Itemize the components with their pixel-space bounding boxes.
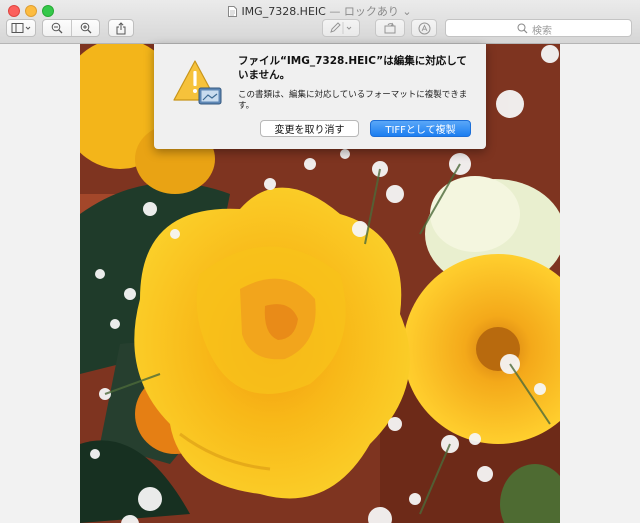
- window-title[interactable]: IMG_7328.HEIC — ロックあり ⌄: [0, 3, 640, 19]
- sidebar-toggle-button[interactable]: [6, 19, 36, 37]
- window-title-filename: IMG_7328.HEIC: [241, 5, 326, 18]
- rotate-icon: [384, 22, 396, 34]
- share-icon: [116, 21, 126, 34]
- zoom-out-button[interactable]: [43, 20, 71, 36]
- zoom-in-icon: [80, 22, 92, 34]
- sidebar-icon: [11, 23, 31, 33]
- annotate-button[interactable]: [411, 19, 437, 37]
- share-button[interactable]: [108, 19, 134, 37]
- rotate-button[interactable]: [375, 19, 405, 37]
- warning-icon: [173, 60, 222, 105]
- alert-message: この書類は、編集に対応しているフォーマットに複製できます。: [238, 90, 468, 111]
- zoom-out-icon: [51, 22, 63, 34]
- duplicate-as-tiff-button[interactable]: TIFFとして複製: [370, 120, 471, 137]
- zoom-in-button[interactable]: [72, 20, 100, 36]
- markup-button[interactable]: [322, 19, 360, 37]
- alert-title: ファイル“IMG_7328.HEIC”は編集に対応していません。: [238, 55, 467, 81]
- revert-changes-button[interactable]: 変更を取り消す: [260, 120, 359, 137]
- search-field[interactable]: 検索: [445, 19, 632, 37]
- document-icon: [228, 6, 238, 17]
- zoom-segmented-control: [42, 19, 100, 37]
- pen-markup-icon: [330, 22, 352, 34]
- not-editable-alert-sheet: ファイル“IMG_7328.HEIC”は編集に対応していません。 この書類は、編…: [154, 44, 486, 149]
- annotate-circle-icon: [418, 22, 430, 34]
- window-title-lock-status: — ロックあり ⌄: [325, 5, 412, 18]
- title-bar: IMG_7328.HEIC — ロックあり ⌄ 検索: [0, 0, 640, 44]
- search-placeholder: 検索: [532, 26, 552, 37]
- search-icon: [517, 23, 528, 34]
